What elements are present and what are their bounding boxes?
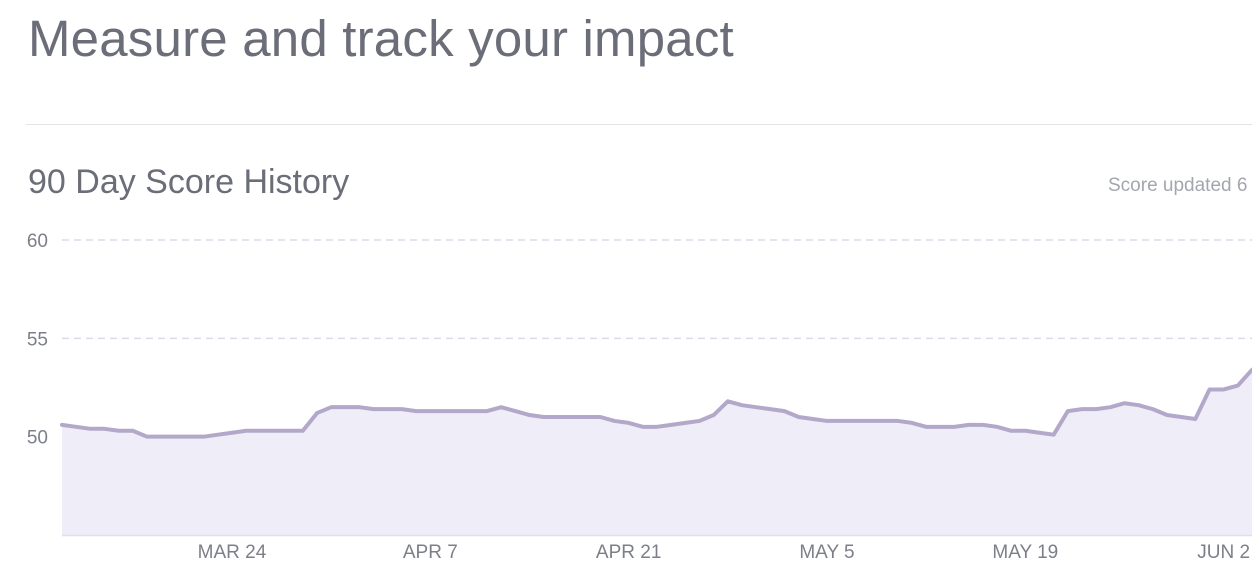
x-tick-label-4: MAY 19 [992,542,1058,563]
x-tick-label-1: APR 7 [403,542,458,563]
x-tick-label-2: APR 21 [596,542,661,563]
dashboard-page: Measure and track your impact 90 Day Sco… [0,0,1252,579]
grid-lines [62,239,1252,438]
score-area-fill [62,369,1252,535]
y-tick-label-50: 50 [27,428,48,449]
area-layer [60,367,1252,535]
score-history-chart: 50 55 60 MAR 24 APR 7 APR 21 MAY 5 MAY 19 JUN 2 [27,231,1252,563]
x-tick-label-5: JUN 2 [1197,542,1250,563]
y-tick-label-55: 55 [27,329,48,350]
y-tick-label-60: 60 [27,231,48,252]
x-tick-label-3: MAY 5 [799,542,854,563]
x-tick-label-0: MAR 24 [198,542,267,563]
